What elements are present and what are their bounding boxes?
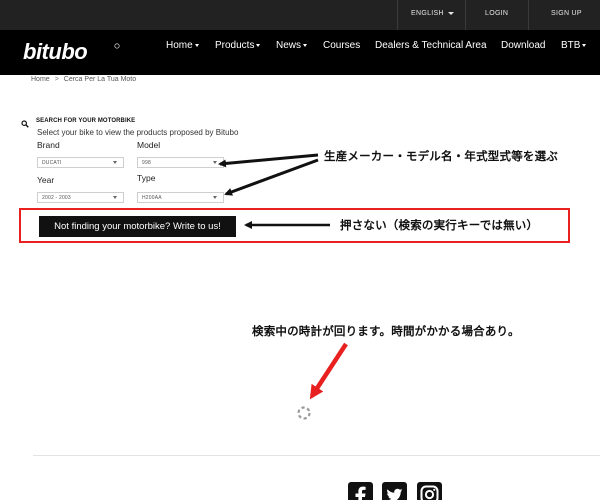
model-select[interactable]: 998 — [137, 157, 224, 168]
breadcrumb-home-link[interactable]: Home — [31, 76, 50, 83]
svg-text:bitubo: bitubo — [23, 39, 87, 64]
twitter-icon[interactable] — [382, 482, 407, 500]
divider — [397, 0, 398, 30]
divider — [528, 0, 529, 30]
nav-item-dealers[interactable]: Dealers & Technical Area — [375, 40, 487, 51]
annotation-arrows — [218, 153, 348, 400]
type-value: H200AA — [142, 195, 162, 201]
bitubo-logo[interactable]: bitubo — [22, 39, 122, 65]
annotation-select-note: 生産メーカー・モデル名・年式型式等を選ぶ — [324, 151, 558, 163]
model-value: 998 — [142, 160, 151, 166]
chevron-down-icon — [213, 161, 217, 164]
breadcrumb: Home > Cerca Per La Tua Moto — [31, 76, 136, 83]
arrow-to-type-select — [224, 158, 319, 196]
nav-item-download[interactable]: Download — [501, 40, 545, 51]
annotation-button-note: 押さない（検索の実行キーでは無い） — [340, 220, 539, 232]
chevron-down-icon — [113, 161, 117, 164]
search-subtitle: Select your bike to view the products pr… — [37, 128, 239, 137]
year-value: 2002 - 2003 — [42, 195, 71, 201]
arrow-to-model-select — [218, 153, 319, 168]
chevron-down-icon — [194, 43, 199, 47]
annotation-spinner-note: 検索中の時計が回ります。時間がかかる場合あり。 — [252, 326, 520, 338]
type-select[interactable]: H200AA — [137, 192, 224, 203]
top-utility-bar: ENGLISH LOGIN SIGN UP — [0, 0, 600, 30]
nav-item-label: Home — [166, 40, 193, 51]
search-title: SEARCH FOR YOUR MOTORBIKE — [36, 118, 136, 124]
main-nav: bitubo Home Products News Courses Dealer… — [0, 30, 600, 75]
model-label: Model — [137, 140, 161, 150]
loading-spinner-icon — [297, 406, 311, 420]
year-label: Year — [37, 175, 55, 185]
page: ENGLISH LOGIN SIGN UP bitubo Home Produc… — [0, 0, 600, 500]
brand-value: DUCATI — [42, 160, 62, 166]
year-select[interactable]: 2002 - 2003 — [37, 192, 124, 203]
nav-item-btb[interactable]: BTB — [561, 40, 587, 51]
instagram-icon[interactable] — [417, 482, 442, 500]
chevron-down-icon — [113, 196, 117, 199]
nav-item-label: Products — [215, 40, 255, 51]
breadcrumb-separator: > — [54, 76, 59, 83]
nav-item-courses[interactable]: Courses — [323, 40, 360, 51]
nav-item-products[interactable]: Products — [215, 40, 261, 51]
search-icon — [21, 120, 29, 128]
type-label: Type — [137, 173, 156, 183]
chevron-down-icon — [256, 43, 261, 47]
footer-divider — [33, 455, 600, 456]
arrow-to-spinner — [309, 342, 348, 400]
language-selector[interactable]: ENGLISH — [411, 10, 454, 17]
signup-link[interactable]: SIGN UP — [551, 10, 582, 17]
brand-select[interactable]: DUCATI — [37, 157, 124, 168]
breadcrumb-current: Cerca Per La Tua Moto — [63, 76, 137, 83]
chevron-down-icon — [447, 11, 454, 15]
nav-item-news[interactable]: News — [276, 40, 308, 51]
language-label: ENGLISH — [411, 10, 444, 17]
nav-item-label: News — [276, 40, 302, 51]
nav-item-home[interactable]: Home — [166, 40, 199, 51]
chevron-down-icon — [582, 43, 587, 47]
brand-label: Brand — [37, 140, 60, 150]
login-link[interactable]: LOGIN — [485, 10, 508, 17]
nav-item-label: BTB — [561, 40, 581, 51]
chevron-down-icon — [213, 196, 217, 199]
facebook-icon[interactable] — [348, 482, 373, 500]
chevron-down-icon — [303, 43, 308, 47]
divider — [465, 0, 466, 30]
